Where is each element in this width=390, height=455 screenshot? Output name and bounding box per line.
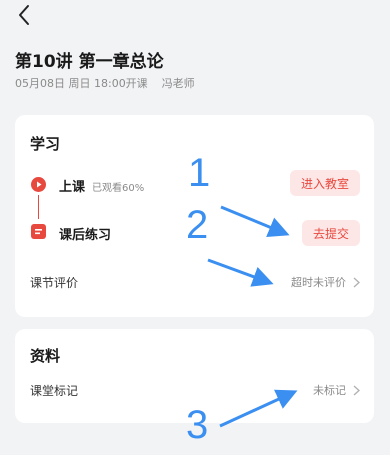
annotation-number-3: 3: [186, 403, 209, 447]
annotation-number-2: 2: [186, 203, 209, 247]
class-notes-status-text: 未标记: [313, 384, 346, 397]
enter-classroom-button[interactable]: 进入教室: [289, 170, 360, 196]
exercise-label: 课后练习: [59, 228, 112, 243]
play-circle-icon: [31, 177, 46, 192]
evaluation-label: 课节评价: [30, 275, 79, 290]
study-card-title: 学习: [30, 135, 61, 153]
watch-progress-text: 已观看60%: [92, 183, 145, 194]
evaluation-status-text: 超时未评价: [291, 276, 346, 289]
chevron-right-icon: [353, 277, 360, 287]
lesson-date: 05月08日 周日 18:00开课: [15, 77, 148, 90]
lesson-meta: 05月08日 周日 18:00开课 冯老师: [15, 75, 195, 91]
evaluation-status: 超时未评价: [291, 274, 360, 290]
class-label: 上课: [59, 180, 86, 195]
annotation-number-1: 1: [188, 151, 211, 195]
progress-connector-line: [38, 195, 39, 219]
lesson-evaluation-row[interactable]: 课节评价 超时未评价: [30, 271, 360, 293]
class-notes-row[interactable]: 课堂标记 未标记: [30, 379, 360, 401]
back-chevron-icon[interactable]: [17, 4, 31, 26]
class-notes-status: 未标记: [313, 382, 360, 398]
chevron-right-icon: [353, 385, 360, 395]
document-icon: [31, 224, 46, 239]
teacher-name: 冯老师: [161, 77, 195, 90]
material-card-title: 资料: [30, 347, 61, 365]
back-button[interactable]: [10, 2, 38, 28]
class-notes-label: 课堂标记: [30, 383, 79, 398]
lesson-header: 第10讲 第一章总论 05月08日 周日 18:00开课 冯老师: [0, 0, 390, 106]
submit-exercise-button[interactable]: 去提交: [301, 220, 360, 246]
lesson-title: 第10讲 第一章总论: [15, 52, 164, 72]
